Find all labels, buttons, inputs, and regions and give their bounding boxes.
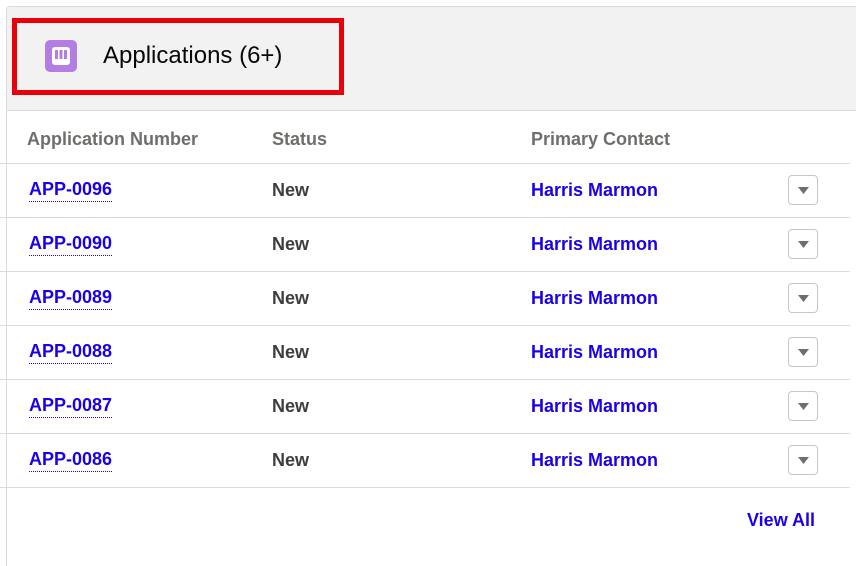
primary-contact-link[interactable]: Harris Marmon <box>531 340 658 364</box>
status-value: New <box>272 180 310 200</box>
card-title[interactable]: Applications (6+) <box>103 40 282 72</box>
row-actions-button[interactable] <box>788 283 818 313</box>
column-header-primary-contact[interactable]: Primary Contact <box>531 127 670 151</box>
primary-contact-link[interactable]: Harris Marmon <box>531 448 658 472</box>
status-value: New <box>272 342 310 362</box>
chevron-down-icon <box>798 403 809 410</box>
chevron-down-icon <box>798 187 809 194</box>
primary-contact-link[interactable]: Harris Marmon <box>531 394 658 418</box>
application-number-link[interactable]: APP-0086 <box>29 448 113 472</box>
chevron-down-icon <box>798 457 809 464</box>
primary-contact-link[interactable]: Harris Marmon <box>531 178 658 202</box>
application-number-link[interactable]: APP-0096 <box>29 178 113 202</box>
row-divider <box>0 271 850 272</box>
application-number-link[interactable]: APP-0089 <box>29 286 113 310</box>
application-number-link[interactable]: APP-0087 <box>29 394 113 418</box>
row-actions-button[interactable] <box>788 445 818 475</box>
row-divider <box>0 433 850 434</box>
row-divider <box>0 163 850 164</box>
status-value: New <box>272 396 310 416</box>
row-actions-button[interactable] <box>788 175 818 205</box>
applications-icon <box>45 40 77 72</box>
status-value: New <box>272 288 310 308</box>
row-divider <box>0 325 850 326</box>
row-divider <box>0 487 850 488</box>
row-actions-button[interactable] <box>788 337 818 367</box>
chevron-down-icon <box>798 349 809 356</box>
primary-contact-link[interactable]: Harris Marmon <box>531 286 658 310</box>
status-value: New <box>272 450 310 470</box>
row-divider <box>0 379 850 380</box>
row-actions-button[interactable] <box>788 229 818 259</box>
application-number-link[interactable]: APP-0088 <box>29 340 113 364</box>
status-value: New <box>272 234 310 254</box>
row-divider <box>0 217 850 218</box>
view-all-link[interactable]: View All <box>747 508 815 532</box>
column-header-application-number[interactable]: Application Number <box>27 127 198 151</box>
chevron-down-icon <box>798 295 809 302</box>
application-number-link[interactable]: APP-0090 <box>29 232 113 256</box>
row-actions-button[interactable] <box>788 391 818 421</box>
chevron-down-icon <box>798 241 809 248</box>
primary-contact-link[interactable]: Harris Marmon <box>531 232 658 256</box>
column-header-status[interactable]: Status <box>272 127 327 151</box>
